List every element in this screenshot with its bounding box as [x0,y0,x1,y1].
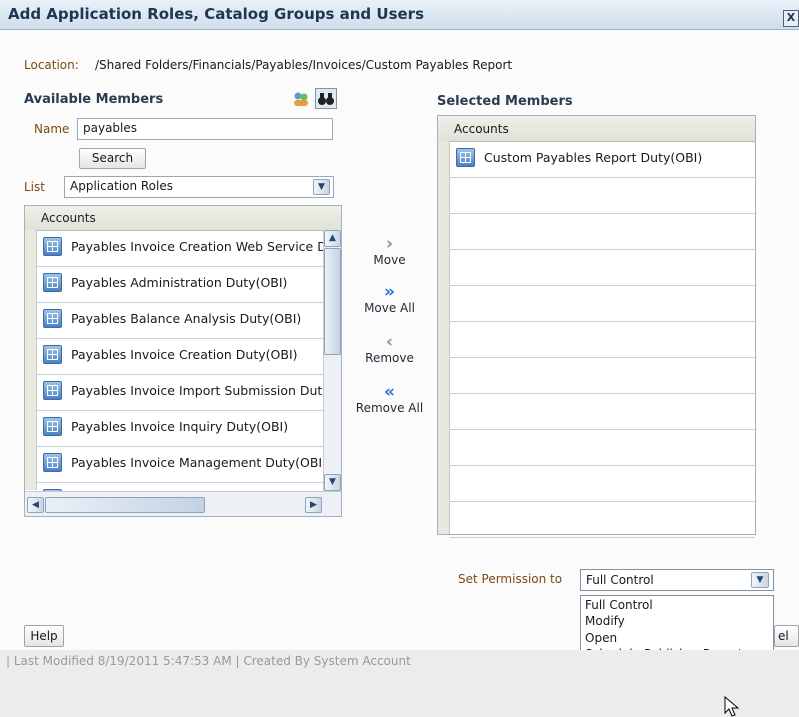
empty-row[interactable] [450,357,755,394]
permission-option[interactable]: Full Control [581,598,773,614]
remove-all-arrow-icon: « [384,382,395,402]
permission-select[interactable]: Full Control ▼ [580,569,774,591]
permission-option-label: Open [585,630,618,645]
row-label: Payables Invoice Inquiry Duty(OBI) [71,419,289,434]
location-label: Location: [24,58,79,72]
vertical-scrollbar[interactable]: ▲ ▼ [323,230,341,491]
list-item[interactable] [37,482,323,491]
row-label: Payables Administration Duty(OBI) [71,275,288,290]
selected-accounts-table: Accounts Custom Payables Report Duty(OBI… [437,115,756,538]
row-label: Payables Balance Analysis Duty(OBI) [71,311,302,326]
list-item[interactable]: Payables Balance Analysis Duty(OBI) [37,302,323,339]
move-all-button[interactable]: » Move All [352,283,427,315]
list-item[interactable]: Custom Payables Report Duty(OBI) [450,141,755,178]
empty-row[interactable] [450,321,755,358]
list-item[interactable]: Payables Invoice Creation Web Service D [37,230,323,267]
role-icon [43,273,62,292]
scroll-up-icon[interactable]: ▲ [324,230,341,247]
empty-row[interactable] [450,429,755,466]
empty-row[interactable] [450,393,755,430]
role-icon [43,345,62,364]
dialog-title-bar: Add Application Roles, Catalog Groups an… [0,0,799,30]
mouse-cursor-icon [724,696,740,717]
list-item[interactable]: Payables Administration Duty(OBI) [37,266,323,303]
move-arrow-icon: › [385,234,393,254]
help-button[interactable]: Help [24,625,64,647]
empty-row[interactable] [450,177,755,214]
row-label: Custom Payables Report Duty(OBI) [484,150,703,165]
binoculars-icon[interactable] [315,88,337,109]
move-all-arrow-icon: » [384,282,395,302]
users-icon[interactable] [292,90,310,108]
remove-button[interactable]: ‹ Remove [352,333,427,365]
remove-all-button[interactable]: « Remove All [352,383,427,415]
available-members-header: Available Members [24,92,164,107]
scroll-thumb[interactable] [324,248,341,355]
scroll-down-icon[interactable]: ▼ [324,474,341,491]
chevron-down-icon[interactable]: ▼ [751,572,769,588]
permission-option-label: Modify [585,614,625,629]
empty-row[interactable] [450,465,755,502]
status-text: | Last Modified 8/19/2011 5:47:53 AM | C… [6,654,411,668]
scroll-left-icon[interactable]: ◀ [27,497,44,513]
list-item[interactable]: Payables Invoice Inquiry Duty(OBI) [37,410,323,447]
role-icon [43,417,62,436]
row-label: Payables Invoice Creation Duty(OBI) [71,347,298,362]
remove-label: Remove [365,351,414,365]
row-label: Payables Invoice Creation Web Service D [71,239,323,254]
search-button[interactable]: Search [79,148,146,169]
role-icon [456,148,475,167]
permission-value: Full Control [586,573,654,587]
list-item[interactable]: Payables Invoice Creation Duty(OBI) [37,338,323,375]
list-item[interactable]: Payables Invoice Management Duty(OBI [37,446,323,483]
permission-option[interactable]: Modify [581,614,773,630]
move-label: Move [373,253,406,267]
permission-label: Set Permission to [458,572,563,586]
move-all-label: Move All [364,301,415,315]
row-label: Payables Invoice Management Duty(OBI [71,455,323,470]
scroll-right-icon[interactable]: ▶ [305,497,322,513]
role-icon [43,237,62,256]
list-select[interactable]: Application Roles [64,176,334,198]
remove-arrow-icon: ‹ [385,332,393,352]
empty-row[interactable] [450,249,755,286]
role-icon [43,381,62,400]
empty-row[interactable] [450,285,755,322]
horizontal-scroll-thumb[interactable] [45,497,205,513]
dialog-title: Add Application Roles, Catalog Groups an… [8,5,425,23]
close-icon[interactable]: X [783,10,799,27]
list-item[interactable]: Payables Invoice Import Submission Duty [37,374,323,411]
selected-members-header: Selected Members [437,94,573,109]
remove-all-label: Remove All [355,401,424,415]
cancel-button[interactable]: el [774,625,799,647]
available-accounts-table: Accounts Payables Invoice Creation Web S… [24,205,342,517]
location-path: /Shared Folders/Financials/Payables/Invo… [95,58,513,72]
permission-option[interactable]: Open [581,631,773,647]
empty-row[interactable] [450,501,755,538]
list-label: List [24,180,45,194]
role-icon [43,453,62,472]
row-label: Payables Invoice Import Submission Duty [71,383,323,398]
permission-option-label: Full Control [585,598,653,612]
name-input[interactable]: payables [77,118,333,140]
chevron-down-icon[interactable]: ▼ [313,179,330,195]
role-icon [43,309,62,328]
horizontal-scrollbar[interactable]: ◀ ▶ [25,491,341,516]
name-label: Name [34,122,70,136]
empty-row[interactable] [450,213,755,250]
status-bar: | Last Modified 8/19/2011 5:47:53 AM | C… [0,650,799,717]
move-button[interactable]: › Move [352,235,427,267]
